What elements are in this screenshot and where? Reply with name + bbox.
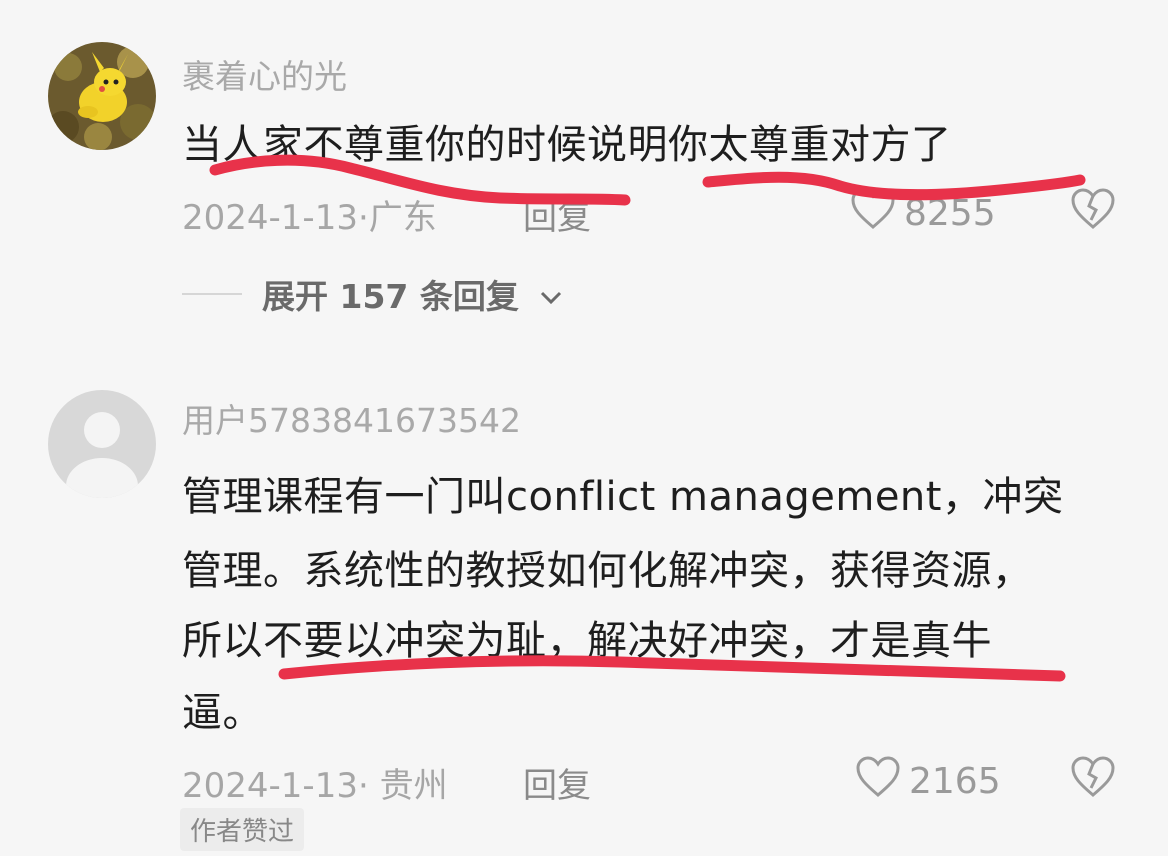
divider-line <box>182 293 242 295</box>
comment-date-location: 2024-1-13· 贵州 <box>182 766 448 806</box>
like-count: 8255 <box>904 193 996 234</box>
comment-date-location: 2024-1-13·广东 <box>182 198 437 238</box>
heart-icon <box>855 756 901 807</box>
comment-text-line: 当人家不尊重你的时候说明你太尊重对方了 <box>182 122 952 168</box>
comment-text-line: 所以不要以冲突为耻，解决好冲突，才是真牛 <box>182 618 992 664</box>
broken-heart-icon <box>1070 756 1116 802</box>
like-button[interactable]: 2165 <box>855 756 1001 807</box>
default-user-avatar[interactable] <box>48 390 156 498</box>
expand-replies-button[interactable]: 展开 157 条回复 <box>182 270 563 318</box>
comment-username[interactable]: 裹着心的光 <box>182 50 347 98</box>
author-liked-badge: 作者赞过 <box>180 808 305 851</box>
like-count: 2165 <box>909 761 1001 802</box>
comment-text-line: 管理课程有一门叫conflict management，冲突 <box>182 474 1064 520</box>
comment-text-line: 管理。系统性的教授如何化解冲突，获得资源， <box>182 548 1033 594</box>
comment-username[interactable]: 用户5783841673542 <box>182 394 521 442</box>
like-button[interactable]: 8255 <box>850 188 996 239</box>
user-avatar-pikachu[interactable] <box>48 42 156 150</box>
chevron-down-icon <box>539 275 563 314</box>
heart-icon <box>850 188 896 239</box>
dislike-button[interactable] <box>1070 188 1116 234</box>
comment-text-line: 逼。 <box>182 690 263 736</box>
dislike-button[interactable] <box>1070 756 1116 802</box>
broken-heart-icon <box>1070 188 1116 234</box>
comment-thread: 裹着心的光 当人家不尊重你的时候说明你太尊重对方了 2024-1-13·广东 回… <box>0 0 1168 856</box>
reply-button[interactable]: 回复 <box>523 190 591 239</box>
expand-replies-label: 展开 157 条回复 <box>262 277 519 316</box>
reply-button[interactable]: 回复 <box>523 758 591 807</box>
